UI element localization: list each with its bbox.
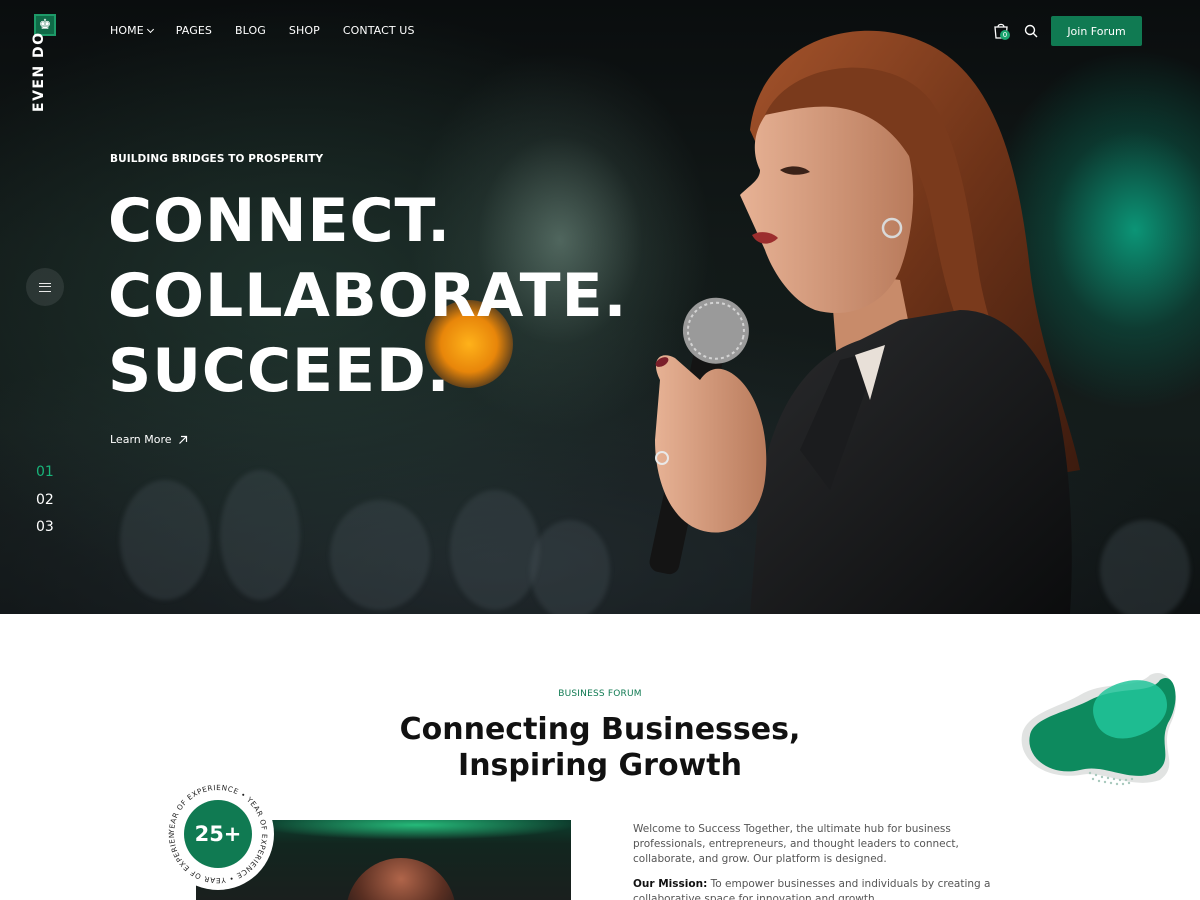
nav-shop[interactable]: SHOP xyxy=(289,24,320,37)
about-intro: Welcome to Success Together, the ultimat… xyxy=(633,823,959,865)
hero-subtitle: BUILDING BRIDGES TO PROSPERITY xyxy=(110,153,324,165)
speaker-photo xyxy=(649,30,1080,614)
hero-section: ♚ EVEN DO 01 02 03 HOME PAGES BLOG SHOP … xyxy=(0,0,1200,614)
nav-blog[interactable]: BLOG xyxy=(235,24,266,37)
mission-label: Our Mission: xyxy=(633,878,708,890)
audience-silhouette xyxy=(450,490,540,610)
slide-indicator-2[interactable]: 02 xyxy=(36,492,54,508)
audience-silhouette xyxy=(530,520,610,614)
nav-contact[interactable]: CONTACT US xyxy=(343,24,415,37)
nav-home[interactable]: HOME xyxy=(110,24,154,37)
logo-text[interactable]: EVEN DO xyxy=(31,31,47,112)
audience-silhouette xyxy=(120,480,210,600)
experience-value: 25+ xyxy=(184,800,252,868)
slide-indicator-1[interactable]: 01 xyxy=(36,464,54,480)
left-sidebar: ♚ EVEN DO 01 02 03 xyxy=(0,0,90,614)
mission-paragraph: Our Mission: To empower businesses and i… xyxy=(633,877,1005,900)
main-nav: HOME PAGES BLOG SHOP CONTACT US xyxy=(110,24,415,37)
join-forum-button[interactable]: Join Forum xyxy=(1051,16,1142,46)
presenter-silhouette xyxy=(346,858,456,900)
arrow-up-right-icon xyxy=(178,435,187,444)
chevron-down-icon xyxy=(146,25,154,33)
nav-home-label: HOME xyxy=(110,24,144,37)
search-icon[interactable] xyxy=(1024,24,1038,38)
image-light xyxy=(256,820,571,840)
learn-more-link[interactable]: Learn More xyxy=(110,433,188,446)
audience-silhouette xyxy=(330,500,430,610)
menu-toggle-button[interactable] xyxy=(26,268,64,306)
decorative-blob xyxy=(1021,673,1177,786)
hero-heading-line-3: SUCCEED. xyxy=(108,336,451,406)
hero-heading-line-1: CONNECT. xyxy=(108,186,452,256)
slide-indicator-3[interactable]: 03 xyxy=(36,519,54,535)
cart-count-badge: 0 xyxy=(1000,30,1010,40)
experience-badge: YEAR OF EXPERIENCE • YEAR OF EXPERIENCE … xyxy=(162,778,274,890)
hamburger-icon xyxy=(39,282,51,292)
nav-pages[interactable]: PAGES xyxy=(176,24,212,37)
audience-silhouette xyxy=(220,470,300,600)
hero-heading-line-2: COLLABORATE. xyxy=(108,261,628,331)
learn-more-label: Learn More xyxy=(110,433,172,446)
